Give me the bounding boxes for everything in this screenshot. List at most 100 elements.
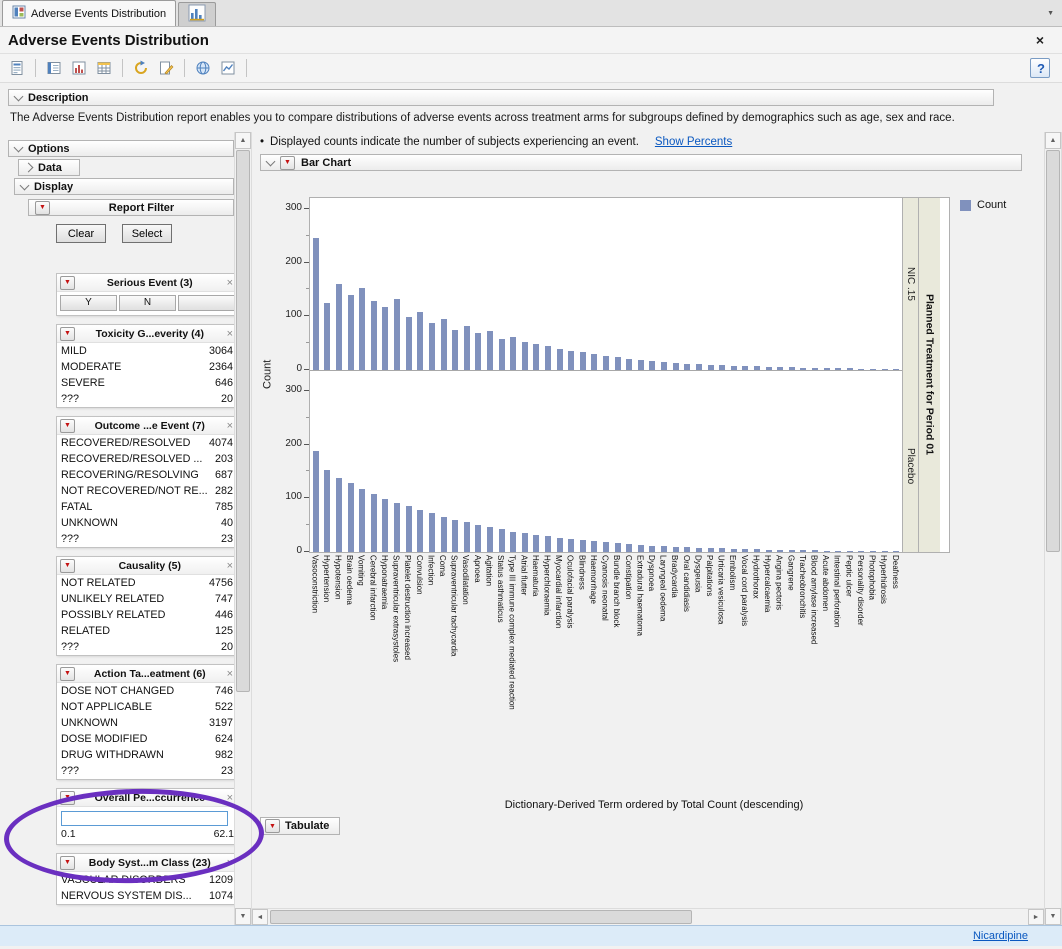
filter-level-row[interactable]: ???20: [57, 391, 234, 407]
bar[interactable]: [417, 510, 423, 552]
close-filter-icon[interactable]: ×: [225, 328, 234, 340]
bar[interactable]: [766, 367, 772, 370]
bar[interactable]: [417, 312, 423, 370]
bar[interactable]: [615, 357, 621, 370]
bar[interactable]: [696, 364, 702, 370]
bar[interactable]: [649, 361, 655, 370]
bar[interactable]: [533, 535, 539, 552]
bar[interactable]: [382, 499, 388, 552]
red-triangle-icon[interactable]: ▼: [280, 156, 295, 170]
scroll-right-icon[interactable]: ►: [1028, 909, 1044, 925]
scrollbar-thumb[interactable]: [270, 910, 692, 924]
red-triangle-icon[interactable]: ▼: [60, 276, 75, 290]
filter-level-row[interactable]: ???23: [57, 763, 234, 779]
display-header[interactable]: Display: [14, 178, 234, 195]
graph-builder-icon[interactable]: [217, 57, 239, 79]
show-percents-link[interactable]: Show Percents: [655, 136, 732, 148]
bar[interactable]: [719, 365, 725, 370]
bar[interactable]: [742, 366, 748, 370]
bar[interactable]: [452, 330, 458, 370]
close-icon[interactable]: ×: [1036, 32, 1044, 48]
select-button[interactable]: Select: [122, 224, 172, 243]
bar[interactable]: [406, 506, 412, 552]
filter-level-row[interactable]: MILD3064: [57, 343, 234, 359]
scroll-left-icon[interactable]: ◄: [252, 909, 268, 925]
bar[interactable]: [777, 550, 783, 552]
bar[interactable]: [313, 238, 319, 370]
disclosure-icon[interactable]: [14, 91, 24, 101]
bar[interactable]: [441, 517, 447, 552]
bar[interactable]: [522, 533, 528, 552]
bar[interactable]: [673, 547, 679, 552]
bar[interactable]: [429, 323, 435, 370]
bar[interactable]: [777, 367, 783, 370]
bar[interactable]: [591, 541, 597, 552]
bar[interactable]: [464, 326, 470, 370]
bar[interactable]: [452, 520, 458, 552]
bar[interactable]: [638, 360, 644, 370]
filter-level-row[interactable]: UNKNOWN40: [57, 515, 234, 531]
bar[interactable]: [847, 368, 853, 370]
red-triangle-icon[interactable]: ▼: [60, 667, 75, 681]
filter-level-row[interactable]: NOT RECOVERED/NOT RE...282: [57, 483, 234, 499]
sidebar-scrollbar[interactable]: ▲ ▼: [234, 132, 252, 925]
bar[interactable]: [533, 344, 539, 370]
tab-overflow-icon[interactable]: ▼: [1047, 10, 1054, 17]
clear-button[interactable]: Clear: [56, 224, 106, 243]
range-input[interactable]: [61, 811, 228, 826]
disclosure-icon[interactable]: [266, 156, 276, 166]
close-filter-icon[interactable]: ×: [225, 668, 234, 680]
bar[interactable]: [812, 368, 818, 370]
red-triangle-icon[interactable]: ▼: [35, 201, 50, 215]
bar[interactable]: [522, 342, 528, 370]
bar[interactable]: [371, 494, 377, 552]
web-report-icon[interactable]: [192, 57, 214, 79]
bar[interactable]: [835, 368, 841, 370]
bar[interactable]: [603, 356, 609, 371]
bar[interactable]: [348, 483, 354, 552]
tab-graph[interactable]: [178, 2, 216, 26]
bar[interactable]: [499, 529, 505, 552]
filter-level-row[interactable]: RECOVERED/RESOLVED ...203: [57, 451, 234, 467]
red-triangle-icon[interactable]: ▼: [60, 559, 75, 573]
bar[interactable]: [812, 550, 818, 552]
bar[interactable]: [893, 369, 899, 370]
bar[interactable]: [406, 317, 412, 370]
bar[interactable]: [835, 551, 841, 552]
bar[interactable]: [684, 547, 690, 552]
filter-level-row[interactable]: MODERATE2364: [57, 359, 234, 375]
filter-level-row[interactable]: ???20: [57, 639, 234, 655]
disclosure-icon[interactable]: [24, 163, 34, 173]
close-filter-icon[interactable]: ×: [225, 420, 234, 432]
bar[interactable]: [568, 351, 574, 370]
bar[interactable]: [731, 549, 737, 552]
bar[interactable]: [313, 451, 319, 552]
disclosure-icon[interactable]: [20, 180, 30, 190]
bar[interactable]: [348, 295, 354, 370]
horizontal-scrollbar[interactable]: ◄ ►: [252, 908, 1044, 925]
help-button[interactable]: ?: [1030, 58, 1050, 78]
filter-level-button[interactable]: [178, 295, 234, 311]
bar[interactable]: [754, 366, 760, 370]
bar[interactable]: [557, 349, 563, 371]
filter-level-row[interactable]: ???23: [57, 531, 234, 547]
tabulate-header[interactable]: ▼ Tabulate: [260, 817, 340, 835]
bar[interactable]: [789, 550, 795, 552]
bar[interactable]: [487, 527, 493, 552]
bar[interactable]: [824, 368, 830, 370]
bar[interactable]: [591, 354, 597, 370]
nicardipine-link[interactable]: Nicardipine: [973, 930, 1028, 942]
red-triangle-icon[interactable]: ▼: [60, 327, 75, 341]
bar[interactable]: [441, 319, 447, 370]
bar[interactable]: [626, 544, 632, 552]
bar[interactable]: [475, 333, 481, 370]
bar[interactable]: [800, 550, 806, 552]
bar[interactable]: [742, 549, 748, 552]
bar[interactable]: [893, 551, 899, 552]
scroll-up-icon[interactable]: ▲: [1045, 132, 1061, 149]
report-icon[interactable]: [6, 57, 28, 79]
bar[interactable]: [510, 337, 516, 370]
rerun-script-icon[interactable]: [130, 57, 152, 79]
data-header[interactable]: Data: [18, 159, 80, 176]
bar[interactable]: [638, 545, 644, 552]
